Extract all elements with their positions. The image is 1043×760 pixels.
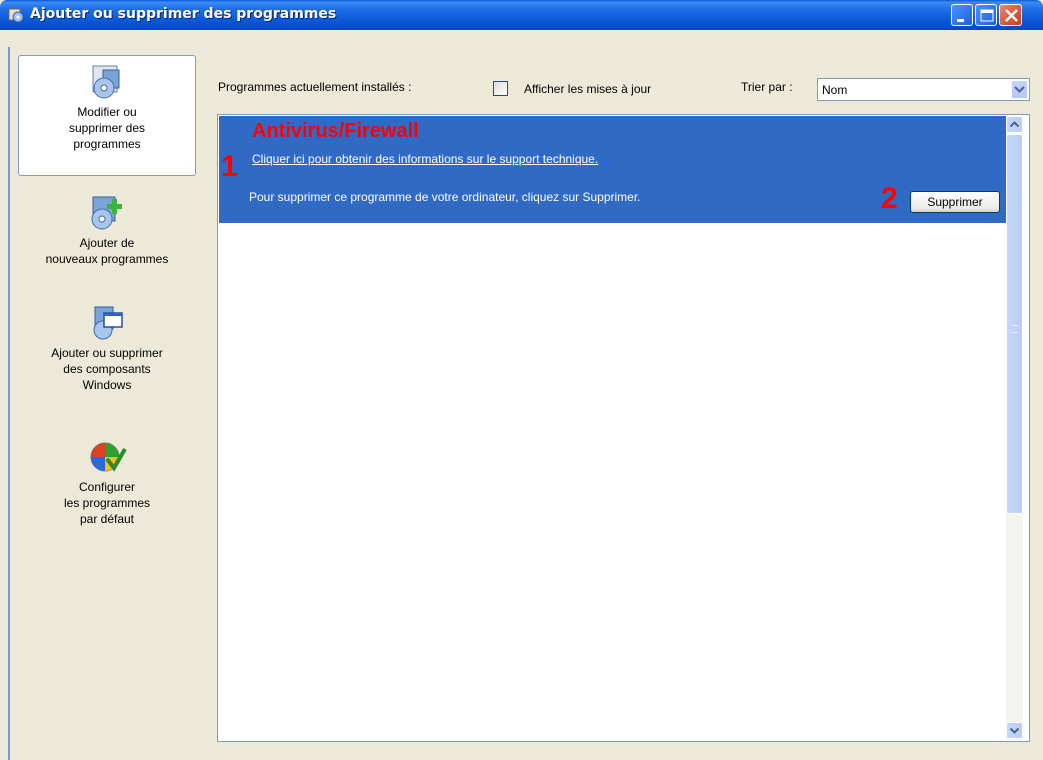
annotation-number-2: 2 bbox=[881, 182, 898, 215]
support-info-link[interactable]: Cliquer ici pour obtenir des information… bbox=[252, 152, 598, 166]
sidebar-item-add-programs[interactable]: Ajouter de nouveaux programmes bbox=[18, 193, 196, 293]
scroll-up-button[interactable] bbox=[1006, 116, 1023, 133]
sidebar-item-label: Ajouter ou supprimer des composants Wind… bbox=[51, 346, 163, 392]
minimize-icon bbox=[957, 19, 964, 22]
show-updates-checkbox[interactable] bbox=[493, 81, 508, 96]
add-programs-icon bbox=[91, 196, 122, 230]
add-remove-programs-window: Ajouter ou supprimer des programmes Modi… bbox=[0, 0, 1043, 760]
remove-instructions: Pour supprimer ce programme de votre ord… bbox=[249, 190, 641, 204]
add-remove-programs-icon bbox=[8, 8, 24, 23]
sidebar-item-modify-remove[interactable]: Modifier ou supprimer des programmes bbox=[18, 55, 196, 176]
close-icon bbox=[1005, 9, 1018, 22]
chevron-down-icon bbox=[1009, 727, 1020, 734]
chevron-up-icon bbox=[1009, 121, 1020, 128]
program-name: Antivirus/Firewall bbox=[252, 120, 419, 142]
maximize-button[interactable] bbox=[975, 4, 997, 26]
window-title: Ajouter ou supprimer des programmes bbox=[30, 6, 337, 22]
default-programs-icon bbox=[90, 442, 127, 472]
sort-by-value: Nom bbox=[822, 83, 848, 97]
scroll-grip-icon bbox=[1011, 325, 1018, 333]
annotation-number-1: 1 bbox=[221, 150, 238, 183]
sidebar-item-default-programs[interactable]: Configurer les programmes par défaut bbox=[18, 437, 196, 537]
chevron-down-icon bbox=[1014, 86, 1025, 93]
task-sidebar: Modifier ou supprimer des programmes Ajo… bbox=[8, 47, 199, 760]
sidebar-item-label: Configurer les programmes par défaut bbox=[63, 480, 151, 526]
program-row-selected[interactable]: 1 Antivirus/Firewall Cliquer ici pour ob… bbox=[219, 116, 1006, 223]
sort-by-label: Trier par : bbox=[741, 80, 793, 94]
show-updates-label[interactable]: Afficher les mises à jour bbox=[524, 82, 651, 96]
close-button[interactable] bbox=[999, 4, 1022, 26]
maximize-icon bbox=[980, 9, 994, 22]
sidebar-item-label: Modifier ou supprimer des programmes bbox=[68, 105, 146, 151]
sidebar-item-windows-components[interactable]: Ajouter ou supprimer des composants Wind… bbox=[18, 303, 196, 413]
sort-by-dropdown[interactable]: Nom bbox=[817, 78, 1030, 101]
scroll-thumb[interactable] bbox=[1006, 134, 1023, 514]
programs-list[interactable]: 1 Antivirus/Firewall Cliquer ici pour ob… bbox=[217, 114, 1030, 742]
remove-button[interactable]: Supprimer bbox=[910, 191, 1000, 213]
minimize-button[interactable] bbox=[951, 4, 973, 26]
scroll-down-button[interactable] bbox=[1006, 722, 1023, 739]
dropdown-arrow-button[interactable] bbox=[1011, 80, 1028, 99]
windows-components-icon bbox=[93, 306, 123, 340]
modify-remove-programs-icon bbox=[92, 65, 120, 99]
vertical-scrollbar[interactable] bbox=[1006, 116, 1023, 740]
title-bar[interactable]: Ajouter ou supprimer des programmes bbox=[0, 0, 1043, 30]
installed-programs-label: Programmes actuellement installés : bbox=[218, 80, 412, 94]
sidebar-item-label: Ajouter de nouveaux programmes bbox=[45, 236, 169, 266]
